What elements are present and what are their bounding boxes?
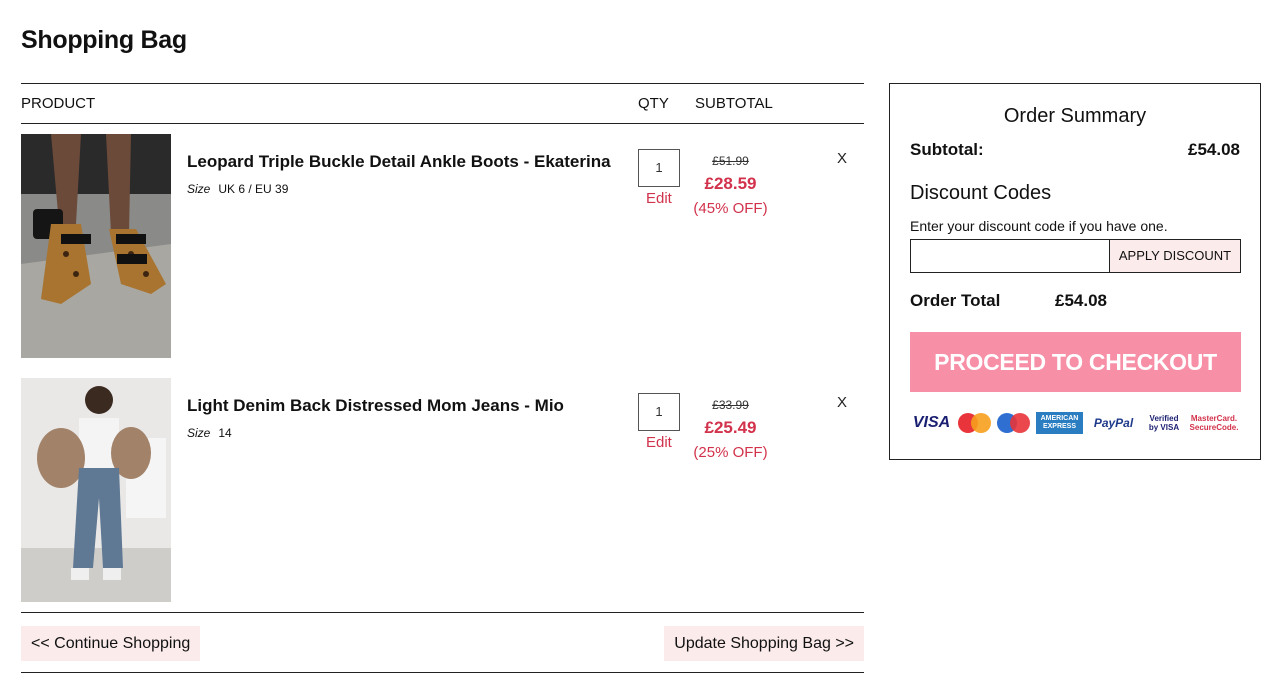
cart-item: Light Denim Back Distressed Mom Jeans - … bbox=[21, 368, 864, 612]
header-subtotal: SUBTOTAL bbox=[695, 95, 773, 112]
cart-item: Leopard Triple Buckle Detail Ankle Boots… bbox=[21, 124, 864, 368]
cart-table: PRODUCT QTY SUBTOTAL Leopard Triple Buck… bbox=[21, 83, 864, 673]
product-size: Size UK 6 / EU 39 bbox=[187, 182, 288, 196]
cart-footer: << Continue Shopping Update Shopping Bag… bbox=[21, 612, 864, 673]
discount-code-input[interactable] bbox=[910, 239, 1110, 273]
maestro-icon bbox=[997, 412, 1031, 434]
visa-icon: VISA bbox=[912, 414, 951, 431]
quantity-input[interactable]: 1 bbox=[638, 149, 680, 187]
discount-hint: Enter your discount code if you have one… bbox=[910, 218, 1168, 234]
subtotal-label: Subtotal: bbox=[910, 140, 984, 159]
mastercard-securecode-icon: MasterCard. SecureCode. bbox=[1189, 414, 1239, 432]
remove-item-button[interactable]: X bbox=[837, 150, 847, 167]
size-label: Size bbox=[187, 426, 211, 440]
product-name[interactable]: Light Denim Back Distressed Mom Jeans - … bbox=[187, 396, 564, 416]
cart-header: PRODUCT QTY SUBTOTAL bbox=[21, 83, 864, 124]
payment-methods: VISA AMERICAN EXPRESS PayPal Verified by… bbox=[910, 410, 1241, 436]
mastercard-icon bbox=[958, 412, 992, 434]
product-name[interactable]: Leopard Triple Buckle Detail Ankle Boots… bbox=[187, 152, 611, 172]
update-bag-button[interactable]: Update Shopping Bag >> bbox=[664, 626, 864, 661]
verified-by-visa-icon: Verified by VISA bbox=[1148, 414, 1180, 432]
product-size: Size 14 bbox=[187, 426, 232, 440]
sale-price: £28.59 bbox=[704, 174, 757, 193]
paypal-icon: PayPal bbox=[1093, 416, 1134, 430]
order-summary: Order Summary Subtotal: £54.08 Discount … bbox=[889, 83, 1261, 460]
continue-shopping-button[interactable]: << Continue Shopping bbox=[21, 626, 201, 661]
header-qty: QTY bbox=[638, 95, 669, 112]
size-value: 14 bbox=[218, 426, 232, 440]
edit-link[interactable]: Edit bbox=[646, 190, 672, 207]
remove-item-button[interactable]: X bbox=[837, 394, 847, 411]
amex-icon: AMERICAN EXPRESS bbox=[1036, 412, 1083, 434]
original-price: £33.99 bbox=[712, 398, 749, 412]
sale-price: £25.49 bbox=[704, 418, 757, 437]
discount-percent: (45% OFF) bbox=[693, 200, 768, 217]
product-image-boots[interactable] bbox=[21, 134, 171, 358]
order-total-label: Order Total bbox=[910, 291, 1001, 310]
size-label: Size bbox=[187, 182, 211, 196]
header-product: PRODUCT bbox=[21, 95, 96, 112]
discount-title: Discount Codes bbox=[910, 182, 1052, 204]
original-price: £51.99 bbox=[712, 154, 749, 168]
edit-link[interactable]: Edit bbox=[646, 434, 672, 451]
proceed-to-checkout-button[interactable]: PROCEED TO CHECKOUT bbox=[910, 332, 1241, 392]
product-image-jeans[interactable] bbox=[21, 378, 171, 602]
size-value: UK 6 / EU 39 bbox=[218, 182, 289, 196]
quantity-input[interactable]: 1 bbox=[638, 393, 680, 431]
apply-discount-button[interactable]: APPLY DISCOUNT bbox=[1109, 239, 1241, 273]
subtotal-value: £54.08 bbox=[1188, 140, 1240, 159]
order-total-value: £54.08 bbox=[1055, 291, 1107, 310]
summary-title: Order Summary bbox=[1003, 105, 1147, 127]
page-title: Shopping Bag bbox=[21, 26, 187, 54]
discount-percent: (25% OFF) bbox=[693, 444, 768, 461]
